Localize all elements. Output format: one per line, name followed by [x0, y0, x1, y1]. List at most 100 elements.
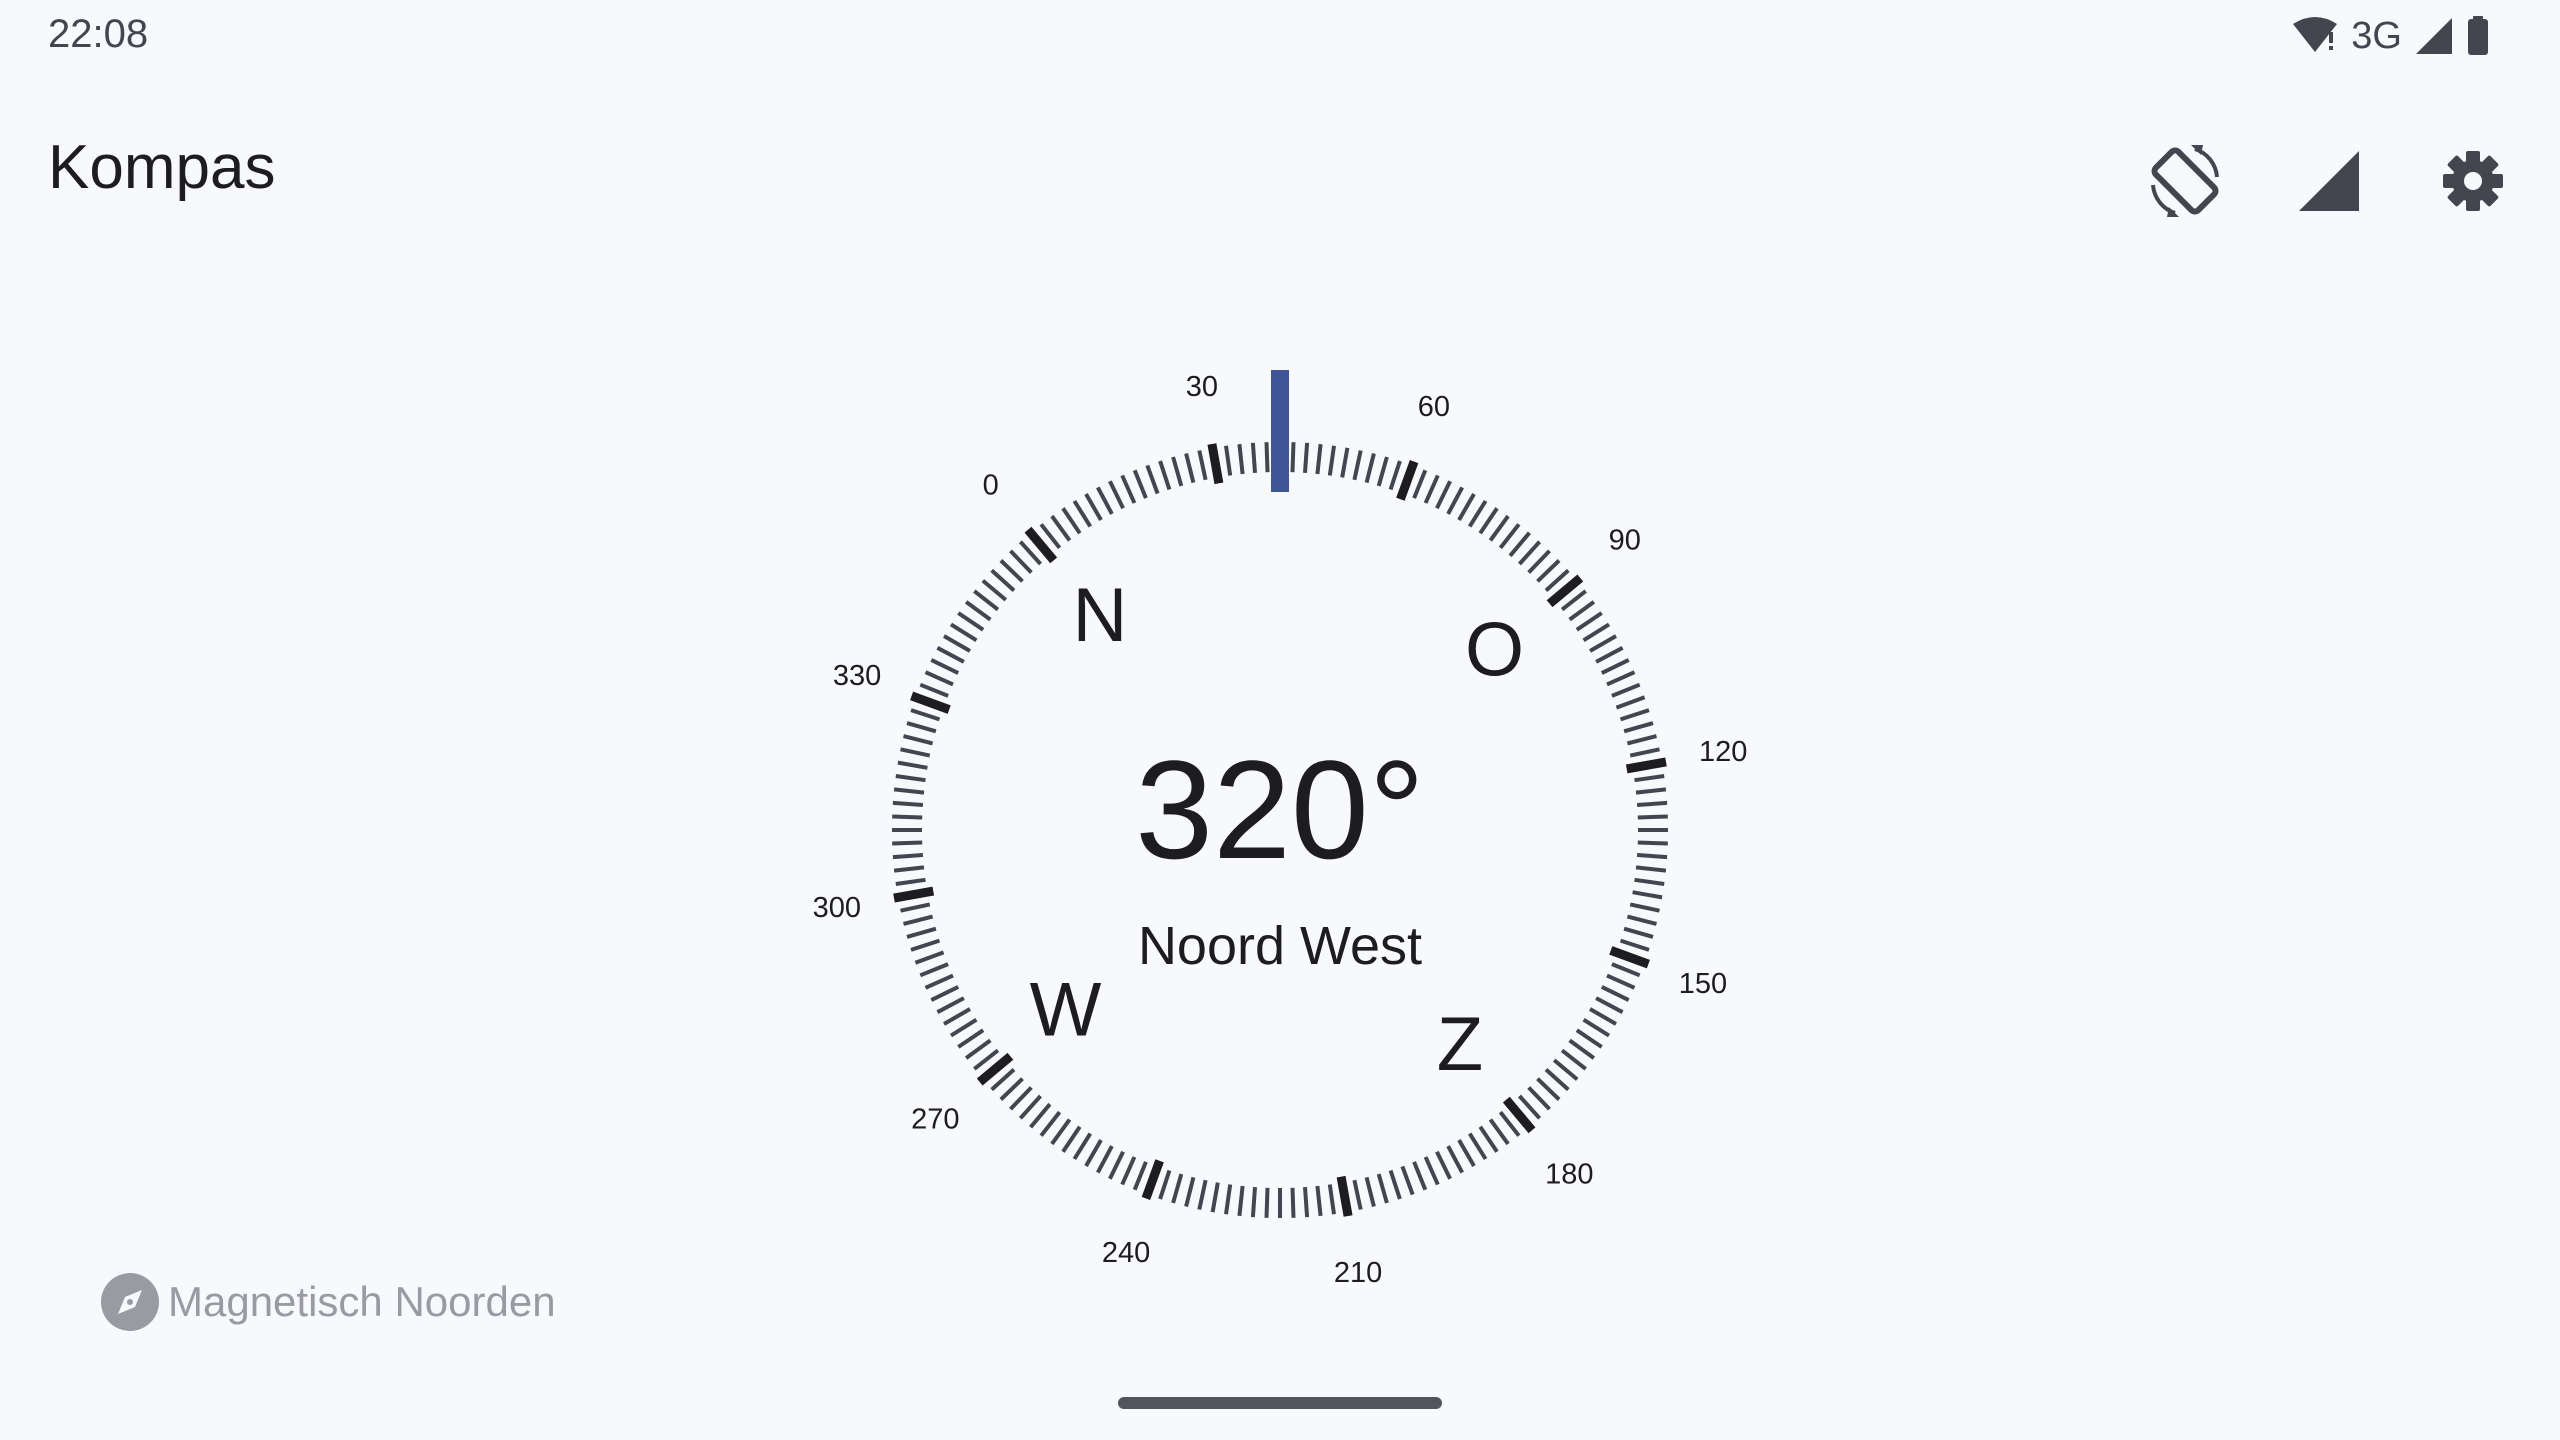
minor-tick — [1423, 1156, 1440, 1186]
minor-tick — [1096, 486, 1114, 515]
degree-label: 30 — [1186, 371, 1218, 403]
minor-tick — [1478, 507, 1499, 535]
minor-tick — [906, 721, 937, 734]
major-tick — [1141, 1159, 1164, 1200]
minor-tick — [1527, 549, 1551, 574]
minor-tick — [1468, 1132, 1488, 1161]
minor-tick — [1018, 1094, 1042, 1120]
minor-tick — [1197, 1179, 1208, 1210]
minor-tick — [1061, 1125, 1082, 1153]
minor-tick — [1039, 1110, 1062, 1137]
minor-tick — [1072, 1132, 1092, 1161]
minor-tick — [1388, 460, 1402, 491]
minor-tick — [1575, 1028, 1603, 1049]
minor-tick — [1623, 721, 1654, 734]
minor-tick — [1009, 549, 1033, 574]
degree-label: 270 — [911, 1103, 959, 1135]
minor-tick — [1457, 1139, 1476, 1167]
minor-tick — [1446, 1145, 1464, 1174]
screen-rotation-button[interactable] — [2128, 124, 2242, 238]
minor-tick — [1589, 1007, 1617, 1026]
minor-tick — [1352, 1179, 1363, 1210]
major-tick — [910, 691, 951, 714]
signal-icon — [2416, 18, 2452, 54]
minor-tick — [1210, 1182, 1220, 1213]
north-mode-label: Magnetisch Noorden — [168, 1278, 556, 1325]
minor-tick — [949, 1018, 978, 1038]
minor-tick — [1264, 442, 1270, 473]
minor-tick — [1171, 1173, 1184, 1204]
cardinal-east: O — [1465, 608, 1524, 693]
degree-label: 0 — [983, 469, 999, 501]
minor-tick — [1400, 1165, 1415, 1196]
minor-tick — [990, 568, 1016, 592]
minor-tick — [957, 611, 985, 632]
minor-tick — [1050, 1118, 1072, 1146]
minor-tick — [943, 1007, 971, 1026]
navigation-handle[interactable] — [1118, 1397, 1442, 1409]
battery-icon — [2468, 16, 2488, 55]
minor-tick — [1446, 486, 1464, 515]
minor-tick — [1568, 1038, 1596, 1060]
minor-tick — [1224, 1184, 1233, 1215]
minor-tick — [949, 622, 978, 642]
minor-tick — [1457, 493, 1476, 521]
minor-tick — [1606, 670, 1636, 687]
signal-strength-button[interactable] — [2272, 124, 2386, 238]
minor-tick — [957, 1028, 985, 1049]
minor-tick — [1303, 442, 1310, 474]
minor-tick — [1315, 1185, 1323, 1217]
minor-tick — [924, 973, 954, 990]
minor-tick — [1527, 1086, 1551, 1111]
minor-tick — [981, 579, 1008, 602]
status-bar: 22:08 3G — [0, 0, 2560, 72]
minor-tick — [1600, 658, 1630, 675]
minor-tick — [1488, 514, 1510, 542]
minor-tick — [919, 682, 949, 698]
minor-tick — [1468, 499, 1488, 528]
minor-tick — [1303, 1186, 1310, 1218]
wifi-alert-icon — [2293, 17, 2338, 52]
minor-tick — [1582, 1018, 1611, 1038]
minor-tick — [1224, 445, 1233, 476]
status-time: 22:08 — [48, 12, 149, 56]
settings-gear-icon — [2443, 151, 2503, 211]
minor-tick — [1264, 1187, 1270, 1218]
major-tick — [1207, 443, 1224, 485]
minor-tick — [1632, 890, 1663, 900]
minor-tick — [1606, 973, 1636, 990]
compass-icon — [101, 1273, 159, 1331]
minor-tick — [999, 559, 1024, 583]
minor-tick — [1158, 460, 1172, 491]
minor-tick — [1096, 1145, 1114, 1174]
minor-tick — [964, 600, 992, 622]
minor-tick — [1250, 442, 1257, 474]
minor-tick — [1050, 514, 1072, 542]
minor-tick — [1498, 523, 1521, 550]
compass: 0 30 60 90 120 150 180 210 240 270 300 330 NOZW 320… — [700, 280, 1860, 1340]
minor-tick — [1084, 493, 1103, 521]
minor-tick — [1108, 1150, 1125, 1180]
north-mode-toggle[interactable]: Magnetisch Noorden — [100, 1272, 556, 1332]
minor-tick — [1364, 1176, 1376, 1207]
minor-tick — [1611, 682, 1641, 698]
minor-tick — [1376, 456, 1389, 487]
minor-tick — [1560, 1048, 1587, 1071]
minor-tick — [1552, 1058, 1579, 1081]
minor-tick — [1488, 1118, 1510, 1146]
minor-tick — [930, 985, 960, 1002]
minor-tick — [1575, 611, 1603, 632]
minor-tick — [1237, 1185, 1245, 1217]
minor-tick — [1158, 1169, 1172, 1200]
settings-button[interactable] — [2416, 124, 2530, 238]
app-title: Kompas — [48, 133, 276, 202]
degree-label: 60 — [1418, 391, 1450, 423]
minor-tick — [1508, 531, 1531, 558]
minor-tick — [1315, 443, 1323, 475]
minor-tick — [1197, 450, 1208, 481]
minor-tick — [1340, 447, 1350, 478]
minor-tick — [1250, 1186, 1257, 1218]
minor-tick — [1009, 1086, 1033, 1111]
minor-tick — [1435, 480, 1452, 510]
cardinal-north: N — [1073, 573, 1128, 658]
